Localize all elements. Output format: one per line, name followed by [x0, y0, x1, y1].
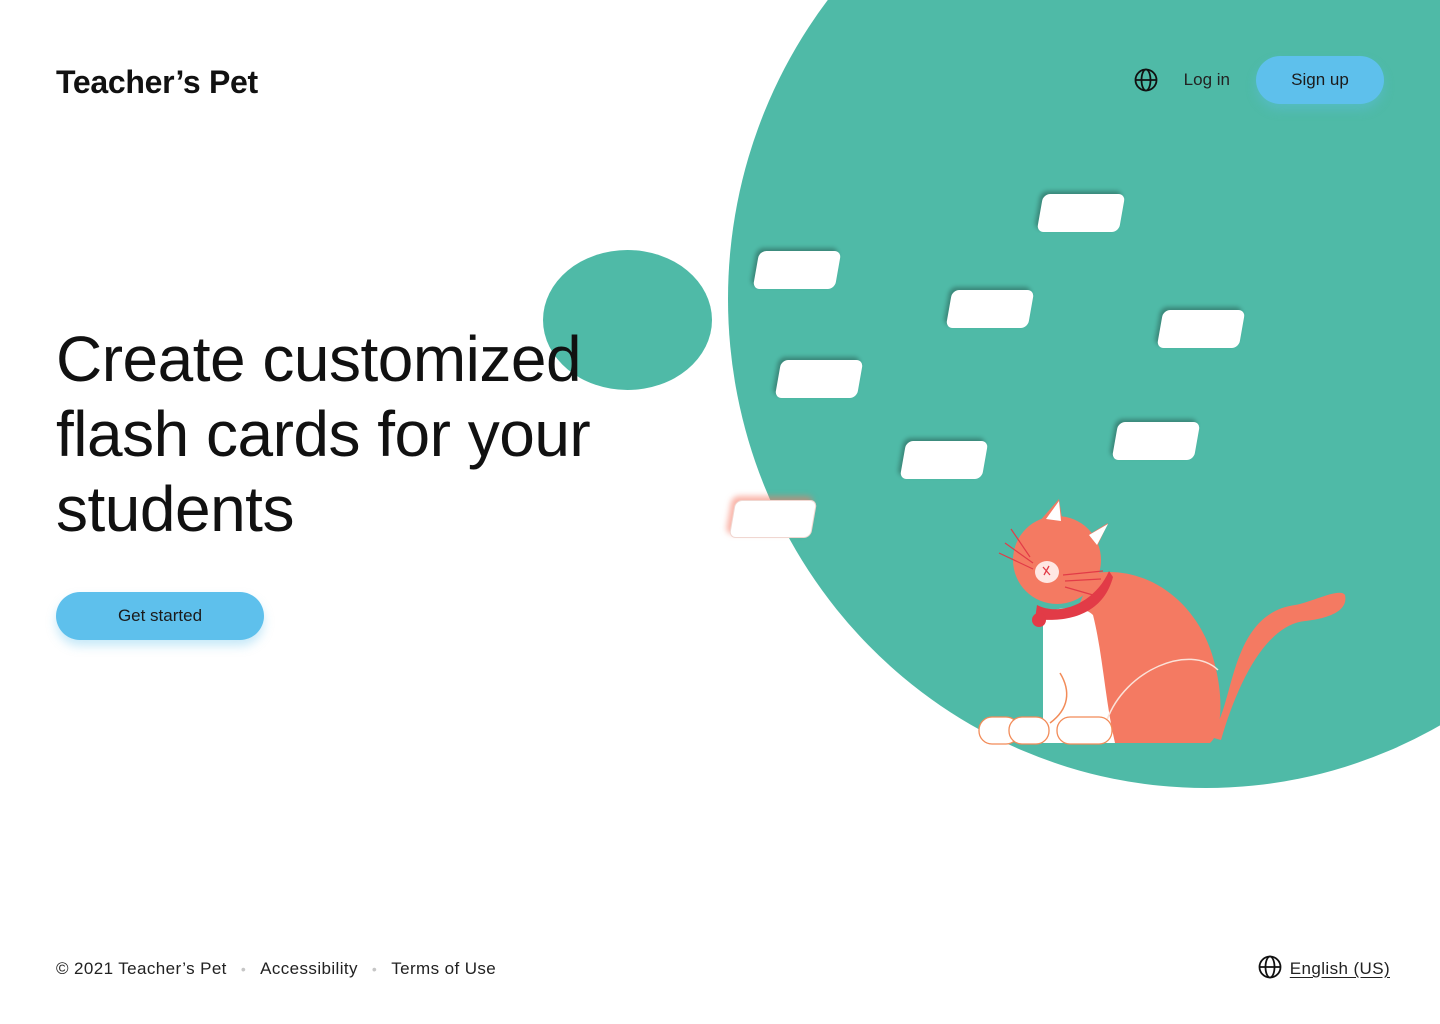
- brand-logo[interactable]: Teacher’s Pet: [56, 64, 258, 101]
- flash-card: [1156, 310, 1246, 348]
- flash-card: [1111, 422, 1201, 460]
- globe-icon: [1258, 955, 1282, 984]
- cat-head: [1013, 516, 1101, 604]
- flash-card: [945, 290, 1035, 328]
- globe-icon[interactable]: [1133, 67, 1159, 93]
- language-label: English (US): [1289, 959, 1390, 978]
- hero-title: Create customized flash cards for your s…: [56, 323, 591, 545]
- flash-card: [1036, 194, 1126, 232]
- get-started-button[interactable]: Get started: [56, 592, 264, 640]
- top-nav: Log in Sign up: [1133, 56, 1384, 104]
- footer-separator: •: [240, 961, 247, 977]
- cat-collar-tag: [1032, 613, 1046, 627]
- landing-page: Teacher’s Pet Log in Sign up Create cust…: [0, 0, 1440, 1024]
- cat-tail: [1203, 592, 1346, 740]
- flash-card: [752, 251, 842, 289]
- flash-card: [899, 441, 989, 479]
- footer: © 2021 Teacher’s Pet • Accessibility • T…: [56, 956, 496, 982]
- copyright-text: © 2021 Teacher’s Pet: [56, 959, 227, 978]
- cat-paw: [1008, 716, 1050, 745]
- login-link[interactable]: Log in: [1184, 70, 1230, 90]
- cat-illustration: [978, 499, 1346, 745]
- accessibility-link[interactable]: Accessibility: [260, 959, 358, 979]
- flash-card: [774, 360, 864, 398]
- footer-separator: •: [371, 961, 378, 977]
- flash-card: [728, 500, 818, 538]
- language-selector[interactable]: English (US): [1258, 955, 1390, 984]
- cat-paw: [1056, 716, 1113, 745]
- terms-of-use-link[interactable]: Terms of Use: [391, 959, 496, 979]
- signup-button[interactable]: Sign up: [1256, 56, 1384, 104]
